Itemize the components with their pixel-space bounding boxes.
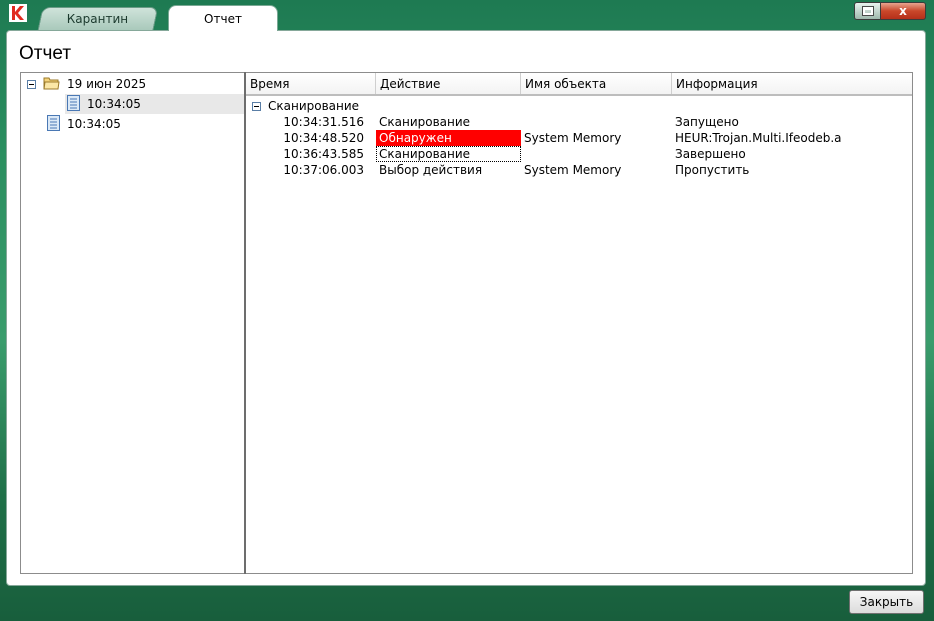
tree-node-label: 10:34:05 [67,117,121,131]
cell-time: 10:36:43.585 [283,147,364,161]
cell-info: Завершено [675,147,746,161]
group-label: Сканирование [268,99,360,113]
cell-action: Выбор действия [379,163,483,177]
table-row[interactable]: 10:37:06.003 Выбор действия System Memor… [246,162,912,178]
tab-report-label: Отчет [204,12,242,26]
document-icon [47,114,60,134]
cell-time: 10:34:31.516 [283,115,364,129]
tab-quarantine[interactable]: Карантин [37,7,159,30]
cell-info: Запущено [675,115,739,129]
tree-node-report-selected[interactable]: 10:34:05 [65,94,245,114]
restore-button[interactable] [854,2,881,20]
document-icon [67,94,80,114]
cell-object: System Memory [524,131,622,145]
cell-info: HEUR:Trojan.Multi.Ifeodeb.a [675,131,842,145]
column-header-object[interactable]: Имя объекта [521,73,672,94]
cell-object [521,146,672,162]
cell-action: Сканирование [379,115,471,129]
close-icon: x [899,4,907,18]
restore-icon [862,7,873,15]
page-title: Отчет [19,43,72,64]
window-close-button[interactable]: x [881,2,926,20]
collapse-toggle[interactable] [27,79,36,89]
column-header-time[interactable]: Время [246,73,376,94]
cell-action-detected: Обнаружен [376,130,521,146]
window-controls: x [854,2,926,20]
cell-object: System Memory [524,163,622,177]
cell-info: Пропустить [675,163,750,177]
report-list[interactable]: Время Действие Имя объекта Информация Ск… [246,72,913,574]
table-row[interactable]: 10:34:31.516 Сканирование Запущено [246,114,912,130]
cell-object [521,114,672,130]
close-button[interactable]: Закрыть [849,590,924,614]
tab-quarantine-label: Карантин [67,12,129,26]
tab-report[interactable]: Отчет [168,5,278,31]
list-group-scan[interactable]: Сканирование [252,98,359,114]
tree-node-date[interactable]: 19 июн 2025 [27,74,242,94]
collapse-toggle[interactable] [252,101,261,111]
tree-node-label: 10:34:05 [87,97,141,111]
cell-time: 10:37:06.003 [283,163,364,177]
cell-action-focused: Сканирование [376,146,521,162]
report-content: Отчет 19 июн 2025 10:34:05 10:34:05 Врем… [6,30,926,586]
app-logo [7,4,29,22]
list-header: Время Действие Имя объекта Информация [246,73,912,96]
table-row[interactable]: 10:36:43.585 Сканирование Завершено [246,146,912,162]
column-header-action[interactable]: Действие [376,73,521,94]
report-tree[interactable]: 19 июн 2025 10:34:05 10:34:05 [20,72,245,574]
folder-open-icon [43,76,60,93]
cell-time: 10:34:48.520 [283,131,364,145]
column-header-info[interactable]: Информация [672,73,912,94]
table-row[interactable]: 10:34:48.520 Обнаружен System Memory HEU… [246,130,912,146]
tree-node-report[interactable]: 10:34:05 [47,114,237,134]
kaspersky-logo-icon [9,4,27,22]
tree-node-label: 19 июн 2025 [67,77,147,91]
